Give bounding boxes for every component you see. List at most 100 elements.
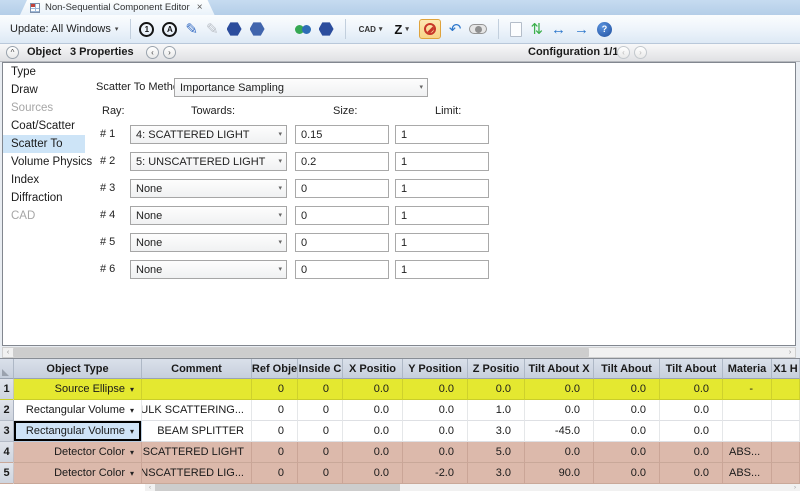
size-input[interactable]: 0.2: [295, 152, 389, 171]
cell-inside[interactable]: 0: [298, 400, 343, 421]
cell-object-type[interactable]: Source Ellipse▾: [14, 379, 142, 400]
limit-input[interactable]: 1: [395, 125, 489, 144]
limit-input[interactable]: 1: [395, 179, 489, 198]
cell-inside[interactable]: 0: [298, 421, 343, 442]
sidebar-item-scatter-to[interactable]: Scatter To: [3, 135, 85, 153]
towards-select[interactable]: 5: UNSCATTERED LIGHT▾: [130, 152, 287, 171]
cell-tilt-x[interactable]: -45.0: [525, 421, 594, 442]
scrollbar-thumb[interactable]: [13, 348, 589, 357]
close-icon[interactable]: ×: [197, 2, 203, 13]
cell-x[interactable]: 0.0: [343, 379, 403, 400]
next-icon[interactable]: →: [574, 22, 589, 37]
size-input[interactable]: 0.15: [295, 125, 389, 144]
detector-grid-icon[interactable]: [273, 23, 287, 35]
cell-ref[interactable]: 0: [252, 400, 298, 421]
swap-rows-icon[interactable]: ⇅: [530, 22, 543, 37]
cell-x[interactable]: 0.0: [343, 400, 403, 421]
cell-object-type[interactable]: Rectangular Volume▾: [14, 421, 142, 442]
collapse-panel-button[interactable]: ^: [6, 46, 19, 59]
limit-input[interactable]: 1: [395, 233, 489, 252]
cell-z[interactable]: 0.0: [468, 379, 525, 400]
row-number[interactable]: 4: [0, 442, 14, 463]
cell-inside[interactable]: 0: [298, 463, 343, 484]
nsc-shaded-icon[interactable]: [319, 22, 334, 36]
cell-z[interactable]: 5.0: [468, 442, 525, 463]
sidebar-item-coat-scatter[interactable]: Coat/Scatter: [3, 117, 85, 135]
cell-comment[interactable]: SCATTERED LIGHT: [142, 442, 252, 463]
solid-model-icon[interactable]: [227, 22, 242, 36]
cell-x[interactable]: 0.0: [343, 463, 403, 484]
row-number[interactable]: 5: [0, 463, 14, 484]
limit-input[interactable]: 1: [395, 152, 489, 171]
help-icon[interactable]: ?: [597, 22, 612, 37]
cell-z[interactable]: 3.0: [468, 463, 525, 484]
sidebar-item-draw[interactable]: Draw: [3, 81, 85, 99]
sidebar-item-diffraction[interactable]: Diffraction: [3, 189, 85, 207]
cell-object-type[interactable]: Rectangular Volume▾: [14, 400, 142, 421]
cell-ref[interactable]: 0: [252, 379, 298, 400]
z-menu[interactable]: Z▾: [392, 22, 410, 37]
cell-tilt-y[interactable]: 0.0: [594, 442, 660, 463]
page-icon[interactable]: [510, 22, 522, 37]
cell-y[interactable]: 0.0: [403, 421, 468, 442]
cell-ref[interactable]: 0: [252, 421, 298, 442]
cell-tilt-x[interactable]: 90.0: [525, 463, 594, 484]
towards-select[interactable]: None▾: [130, 179, 287, 198]
scroll-right-icon[interactable]: ›: [785, 348, 795, 357]
cell-tilt-z[interactable]: 0.0: [660, 463, 723, 484]
cell-x1[interactable]: [772, 421, 800, 442]
size-input[interactable]: 0: [295, 206, 389, 225]
prev-configuration-button[interactable]: ‹: [617, 46, 630, 59]
cell-tilt-x[interactable]: 0.0: [525, 379, 594, 400]
sidebar-item-cad[interactable]: CAD: [3, 207, 85, 225]
towards-select[interactable]: None▾: [130, 260, 287, 279]
update-all-icon[interactable]: A: [162, 22, 177, 37]
shaded-model-icon[interactable]: [250, 22, 265, 36]
edit-pencil-icon[interactable]: ✎: [185, 22, 198, 37]
cell-material[interactable]: [723, 421, 772, 442]
cell-material[interactable]: ABS...: [723, 442, 772, 463]
cell-tilt-z[interactable]: 0.0: [660, 400, 723, 421]
move-left-right-icon[interactable]: ↔: [551, 22, 566, 37]
cell-tilt-z[interactable]: 0.0: [660, 421, 723, 442]
no-raytrace-icon[interactable]: [419, 19, 441, 39]
cell-inside[interactable]: 0: [298, 379, 343, 400]
cell-tilt-z[interactable]: 0.0: [660, 442, 723, 463]
cell-comment[interactable]: [142, 379, 252, 400]
cell-z[interactable]: 1.0: [468, 400, 525, 421]
cell-comment[interactable]: UNSCATTERED LIG...: [142, 463, 252, 484]
limit-input[interactable]: 1: [395, 260, 489, 279]
cad-menu[interactable]: CAD▾: [357, 25, 385, 34]
cell-tilt-y[interactable]: 0.0: [594, 421, 660, 442]
size-input[interactable]: 0: [295, 179, 389, 198]
towards-select[interactable]: None▾: [130, 206, 287, 225]
towards-select[interactable]: None▾: [130, 233, 287, 252]
sidebar-item-sources[interactable]: Sources: [3, 99, 85, 117]
next-configuration-button[interactable]: ›: [634, 46, 647, 59]
cell-y[interactable]: 0.0: [403, 400, 468, 421]
cell-inside[interactable]: 0: [298, 442, 343, 463]
cell-tilt-x[interactable]: 0.0: [525, 400, 594, 421]
row-number[interactable]: 1: [0, 379, 14, 400]
toggle-icon[interactable]: [469, 24, 487, 34]
scatter-method-select[interactable]: Importance Sampling ▾: [174, 78, 428, 97]
refresh-arrow-icon[interactable]: ↶: [449, 22, 462, 37]
cell-ref[interactable]: 0: [252, 463, 298, 484]
towards-select[interactable]: 4: SCATTERED LIGHT▾: [130, 125, 287, 144]
cell-y[interactable]: 0.0: [403, 442, 468, 463]
cell-x1[interactable]: [772, 463, 800, 484]
cell-object-type[interactable]: Detector Color▾: [14, 463, 142, 484]
row-number[interactable]: 2: [0, 400, 14, 421]
update-mode-dropdown[interactable]: Update: All Windows ▾: [6, 21, 122, 37]
limit-input[interactable]: 1: [395, 206, 489, 225]
cell-x1[interactable]: [772, 400, 800, 421]
size-input[interactable]: 0: [295, 233, 389, 252]
tab-nonsequential-editor[interactable]: Non-Sequential Component Editor ×: [20, 0, 215, 15]
cell-comment[interactable]: BULK SCATTERING...: [142, 400, 252, 421]
highlighter-disabled-icon[interactable]: ✎: [206, 22, 219, 37]
cell-tilt-y[interactable]: 0.0: [594, 463, 660, 484]
cell-z[interactable]: 3.0: [468, 421, 525, 442]
cell-material[interactable]: ABS...: [723, 463, 772, 484]
cell-tilt-y[interactable]: 0.0: [594, 400, 660, 421]
properties-horizontal-scrollbar[interactable]: ‹ ›: [2, 347, 796, 358]
